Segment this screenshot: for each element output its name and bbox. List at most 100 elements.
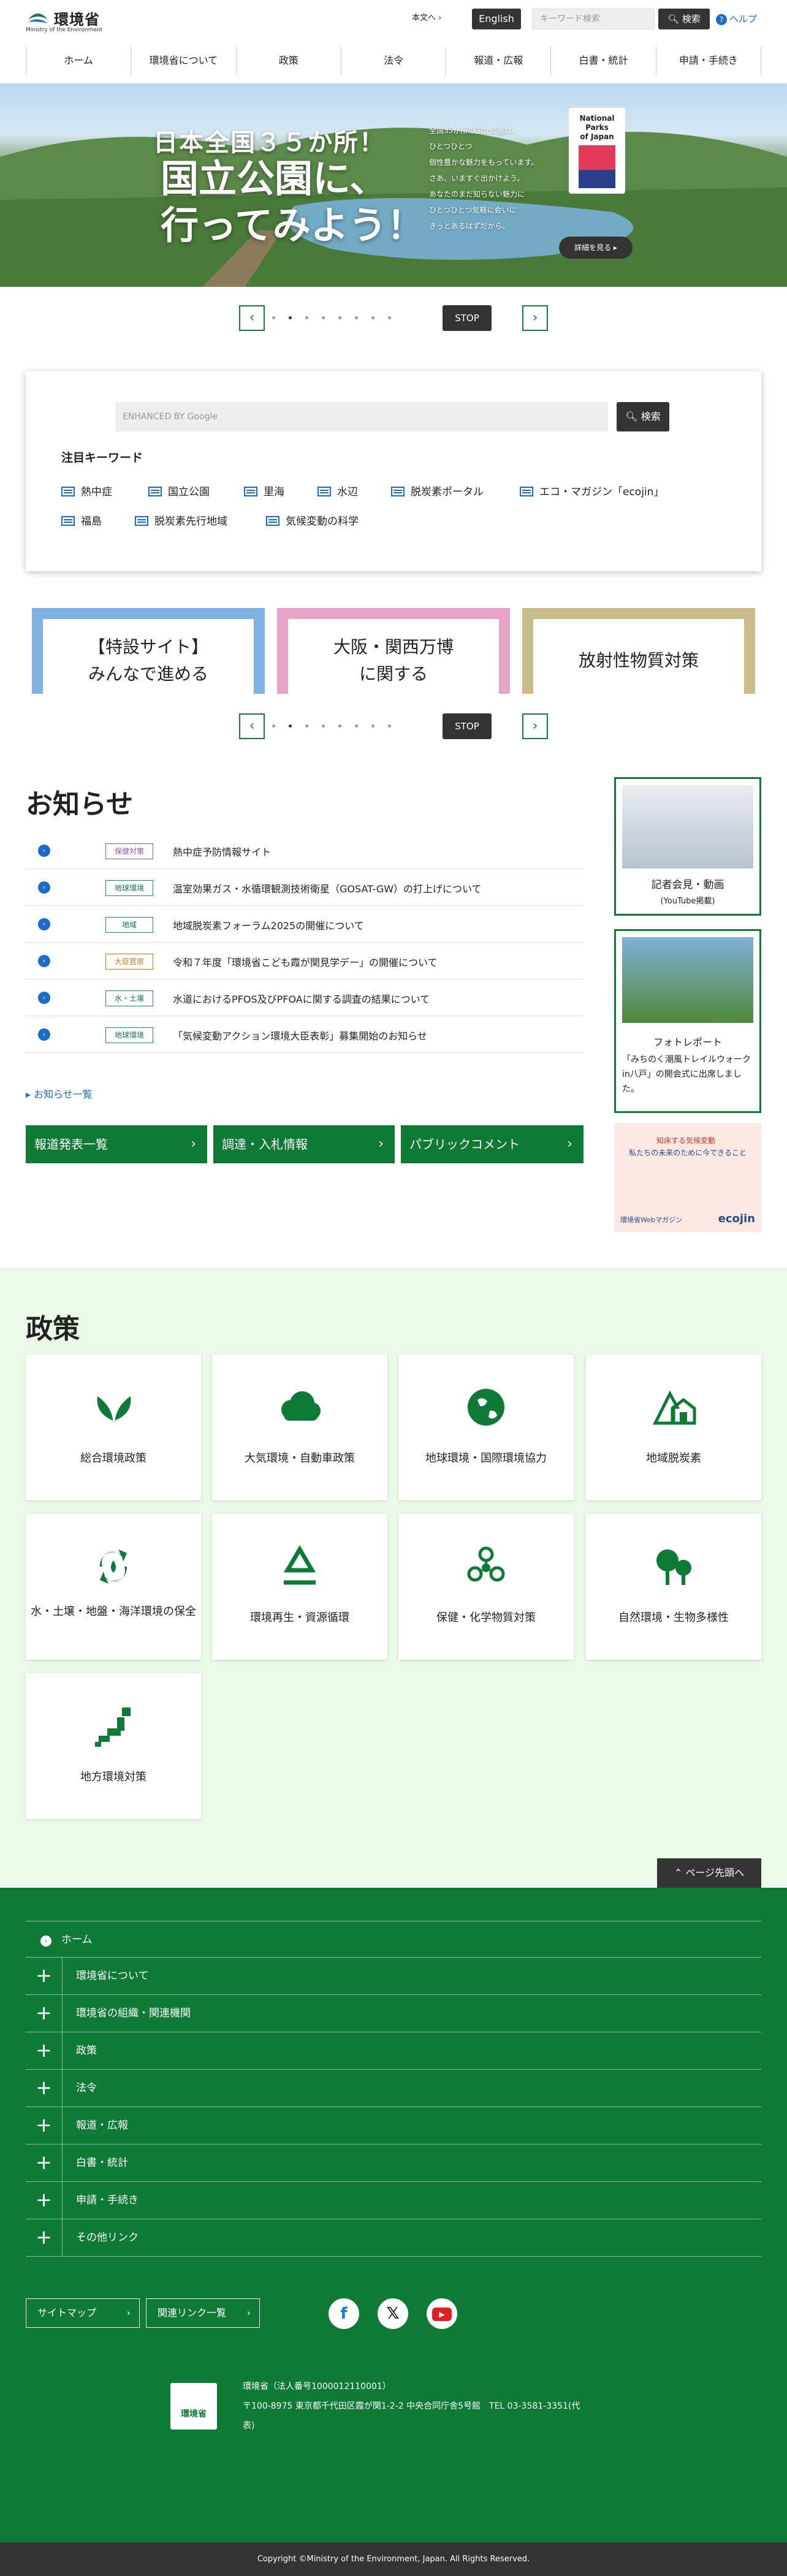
logo-title[interactable]: 環境省 xyxy=(54,7,100,29)
keyword-link[interactable]: 国立公園 xyxy=(148,483,210,498)
photo-report-card[interactable]: フォトレポート 「みちのく潮風トレイルウォーク in八戸」の開会式に出席しました… xyxy=(614,929,761,1113)
nav-home[interactable]: ホーム xyxy=(26,47,131,75)
header-search-button[interactable]: 🔍︎ 検索 xyxy=(658,9,710,29)
policy-card[interactable]: 大気環境・自動車政策 xyxy=(212,1354,387,1500)
keyword-link[interactable]: 脱炭素先行地域 xyxy=(135,512,227,528)
english-button[interactable]: English xyxy=(472,9,521,29)
plus-icon[interactable]: + xyxy=(26,2182,63,2219)
slider-dot[interactable] xyxy=(355,724,358,728)
policy-card[interactable]: 総合環境政策 xyxy=(26,1354,201,1500)
slider-dot[interactable] xyxy=(338,316,341,319)
keyword-link[interactable]: 里海 xyxy=(244,483,284,498)
news-list-link[interactable]: ▸ お知らせ一覧 xyxy=(26,1086,93,1101)
google-search-input[interactable]: ENHANCED BY Google xyxy=(115,402,608,431)
plus-icon[interactable]: + xyxy=(26,1958,63,1994)
slider-next-button[interactable]: › xyxy=(522,713,548,739)
banner-radiation[interactable]: 放射性物質対策 xyxy=(522,608,755,694)
keyword-link[interactable]: 水辺 xyxy=(317,483,358,498)
footer-home-link[interactable]: › ホーム xyxy=(26,1921,761,1958)
help-link[interactable]: ? ヘルプ xyxy=(716,12,757,25)
footer-row-label: 申請・手続き xyxy=(76,2194,139,2206)
footer-accordion-row[interactable]: + 申請・手続き xyxy=(26,2182,761,2219)
news-item[interactable]: › 地球環境 「気候変動アクション環境大臣表彰」募集開始のお知らせ xyxy=(26,1016,584,1053)
slider-prev-button[interactable]: ‹ xyxy=(239,305,265,331)
plus-icon[interactable]: + xyxy=(26,2032,63,2069)
policy-card[interactable]: 地球環境・国際環境協力 xyxy=(398,1354,574,1500)
keyword-link[interactable]: 福島 xyxy=(61,512,102,528)
slider-dot[interactable] xyxy=(322,316,325,319)
hero-desc-line: 全国35か所の国立公園は、 xyxy=(429,126,520,135)
policy-card[interactable]: 水・土壌・地盤・海洋環境の保全 xyxy=(26,1514,201,1660)
keyword-link[interactable]: 気候変動の科学 xyxy=(266,512,359,528)
policy-card[interactable]: 保健・化学物質対策 xyxy=(398,1514,574,1660)
policy-card[interactable]: 地域脱炭素 xyxy=(586,1354,761,1500)
footer-accordion-row[interactable]: + 白書・統計 xyxy=(26,2145,761,2182)
slider-next-button[interactable]: › xyxy=(522,305,548,331)
nav-whitepaper[interactable]: 白書・統計 xyxy=(550,47,655,75)
news-item[interactable]: › 保健対策 熱中症予防情報サイト xyxy=(26,832,584,869)
banner-expo[interactable]: 大阪・関西万博 に関する xyxy=(277,608,510,694)
google-search-button[interactable]: 🔍︎ 検索 xyxy=(617,402,669,431)
slider-dot[interactable] xyxy=(388,724,391,728)
nav-policy[interactable]: 政策 xyxy=(235,47,341,75)
slider-stop-button[interactable]: STOP xyxy=(443,305,492,331)
banner-special-site[interactable]: 【特設サイト】 みんなで進める xyxy=(32,608,265,694)
policy-card[interactable]: 自然環境・生物多様性 xyxy=(586,1514,761,1660)
slider-dot[interactable] xyxy=(305,316,308,319)
plus-icon[interactable]: + xyxy=(26,1995,63,2032)
press-release-list-button[interactable]: 報道発表一覧 › xyxy=(26,1125,207,1163)
slider-dot[interactable] xyxy=(272,724,275,728)
slider-dot-active[interactable] xyxy=(289,724,292,728)
slider-dot[interactable] xyxy=(322,724,325,728)
x-twitter-icon[interactable]: 𝕏 xyxy=(378,2298,408,2329)
news-item[interactable]: › 水・土壌 水道におけるPFOS及びPFOAに関する調査の結果について xyxy=(26,979,584,1016)
hero-banner[interactable]: 日本全国３５か所！ 国立公園に、 行ってみよう！ 全国35か所の国立公園は、 ひと… xyxy=(0,83,787,287)
slider-dot[interactable] xyxy=(371,316,374,319)
nav-application[interactable]: 申請・手続き xyxy=(655,47,761,75)
slider-prev-button[interactable]: ‹ xyxy=(239,713,265,739)
ministry-logo-icon[interactable] xyxy=(26,5,50,29)
footer-accordion-row[interactable]: + 法令 xyxy=(26,2070,761,2107)
ecojin-banner[interactable]: 知床する気候変動 私たちの未来のために今できること 環境省Webマガジン eco… xyxy=(614,1123,761,1232)
slider-dot[interactable] xyxy=(272,316,275,319)
facebook-icon[interactable]: f xyxy=(329,2298,359,2329)
keyword-search-input[interactable]: キーワード検索 xyxy=(532,9,655,29)
plus-icon[interactable]: + xyxy=(26,2145,63,2181)
footer-accordion-row[interactable]: + 環境省について xyxy=(26,1958,761,1995)
footer-accordion-row[interactable]: + 環境省の組織・関連機関 xyxy=(26,1995,761,2032)
nav-about[interactable]: 環境省について xyxy=(131,47,235,75)
keyword-link[interactable]: エコ・マガジン「ecojin」 xyxy=(520,483,664,498)
youtube-icon[interactable]: ▶ xyxy=(427,2298,457,2329)
footer-accordion-row[interactable]: + 報道・広報 xyxy=(26,2107,761,2145)
slider-dot-active[interactable] xyxy=(289,316,292,319)
policy-card[interactable]: 地方環境対策 xyxy=(26,1673,201,1819)
keyword-link[interactable]: 熱中症 xyxy=(61,483,112,498)
news-item[interactable]: › 大臣官房 令和７年度「環境省こども霞が関見学デー」の開催について xyxy=(26,943,584,979)
policy-card[interactable]: 環境再生・資源循環 xyxy=(212,1514,387,1660)
back-to-top-button[interactable]: ⌃ ページ先頭へ xyxy=(657,1858,761,1888)
keyword-link[interactable]: 脱炭素ポータル xyxy=(391,483,484,498)
skip-to-content-link[interactable]: 本文へ › xyxy=(412,11,441,23)
hero-detail-button[interactable]: 詳細を見る ▸ xyxy=(559,237,633,259)
sitemap-button[interactable]: サイトマップ › xyxy=(26,2298,140,2328)
nav-press[interactable]: 報道・広報 xyxy=(446,47,550,75)
news-item[interactable]: › 地域 地域脱炭素フォーラム2025の開催について xyxy=(26,906,584,943)
slider-stop-button[interactable]: STOP xyxy=(443,713,492,739)
news-item[interactable]: › 地球環境 温室効果ガス・水循環観測技術衛星（GOSAT-GW）の打上げについて xyxy=(26,869,584,906)
plus-icon[interactable]: + xyxy=(26,2219,63,2256)
public-comment-button[interactable]: パブリックコメント › xyxy=(401,1125,584,1163)
slider-dot[interactable] xyxy=(388,316,391,319)
slider-dot[interactable] xyxy=(371,724,374,728)
button-label: パブリックコメント xyxy=(409,1137,520,1152)
plus-icon[interactable]: + xyxy=(26,2107,63,2144)
footer-accordion-row[interactable]: + 政策 xyxy=(26,2032,761,2070)
nav-law[interactable]: 法令 xyxy=(340,47,446,75)
slider-dot[interactable] xyxy=(305,724,308,728)
slider-dot[interactable] xyxy=(355,316,358,319)
footer-accordion-row[interactable]: + その他リンク xyxy=(26,2219,761,2257)
slider-dot[interactable] xyxy=(338,724,341,728)
related-links-button[interactable]: 関連リンク一覧 › xyxy=(146,2298,260,2328)
procurement-button[interactable]: 調達・入札情報 › xyxy=(213,1125,395,1163)
press-conference-card[interactable]: 記者会見・動画 (YouTube掲載) xyxy=(614,777,761,916)
plus-icon[interactable]: + xyxy=(26,2070,63,2107)
